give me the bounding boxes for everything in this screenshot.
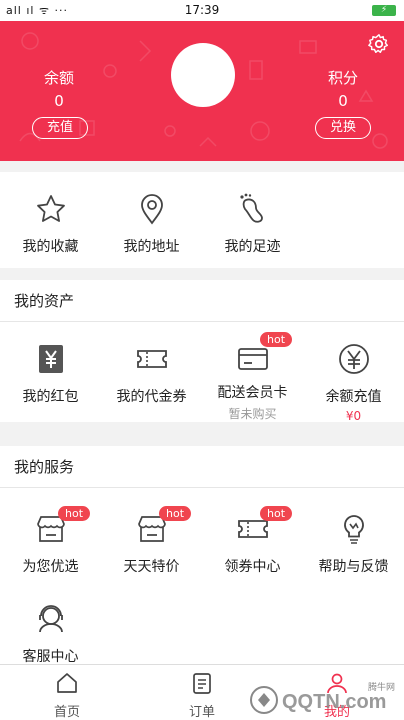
asset-subtext: 暂未购买 xyxy=(228,407,277,421)
card-icon xyxy=(237,348,268,370)
asset-voucher[interactable]: 我的代金券 xyxy=(101,342,202,406)
lightbulb-icon xyxy=(343,515,364,544)
asset-balance-recharge[interactable]: 余额充值 ¥0 xyxy=(303,342,404,423)
service-preferred[interactable]: hot 为您优选 xyxy=(0,506,101,576)
service-label: 客服中心 xyxy=(22,649,79,665)
qqtn-watermark-logo: QQTN.com 腾牛网 xyxy=(250,681,395,714)
star-icon xyxy=(36,195,65,222)
service-label: 领券中心 xyxy=(224,559,281,575)
balance-label: 余额 xyxy=(43,69,74,87)
asset-label: 我的代金券 xyxy=(116,389,187,405)
quick-link-label: 我的收藏 xyxy=(22,239,79,255)
asset-subtext: ¥0 xyxy=(345,409,362,423)
asset-label: 我的红包 xyxy=(22,389,79,405)
asset-delivery-card[interactable]: hot 配送会员卡 暂未购买 xyxy=(202,332,303,422)
status-bar: all ıl ᯤ ··· 17:39 ⚡ xyxy=(0,0,404,21)
avatar[interactable] xyxy=(171,43,235,107)
quick-links-card: 我的收藏 我的地址 我的足迹 xyxy=(0,172,404,268)
service-daily-deals[interactable]: hot 天天特价 xyxy=(101,506,202,576)
yen-redpacket-icon xyxy=(38,345,63,373)
footprint-icon xyxy=(239,193,263,223)
balance-value: 0 xyxy=(54,92,64,110)
quick-link-footprints[interactable]: 我的足迹 xyxy=(202,192,303,256)
services-card: 我的服务 hot 为您优选 hot 天天特价 hot 领券中心 帮助与反馈 客服… xyxy=(0,446,404,666)
settings-gear-icon[interactable] xyxy=(368,33,390,55)
home-icon xyxy=(57,673,77,693)
customer-service-icon xyxy=(38,605,63,633)
points-stat: 积分 0 xyxy=(303,67,383,110)
service-label: 天天特价 xyxy=(123,559,180,575)
hot-badge: hot xyxy=(58,506,91,521)
balance-stat: 余额 0 xyxy=(19,67,99,110)
hot-badge: hot xyxy=(260,332,293,347)
svg-text:腾牛网: 腾牛网 xyxy=(368,681,395,693)
service-help-feedback[interactable]: 帮助与反馈 xyxy=(303,512,404,576)
quick-link-label: 我的地址 xyxy=(123,239,180,255)
service-label: 帮助与反馈 xyxy=(318,559,389,575)
voucher-icon xyxy=(136,350,167,368)
assets-title: 我的资产 xyxy=(0,280,404,322)
exchange-button[interactable]: 兑换 xyxy=(315,117,371,139)
tab-label: 首页 xyxy=(53,705,80,720)
service-label: 为您优选 xyxy=(22,559,79,575)
asset-label: 配送会员卡 xyxy=(217,385,288,401)
hot-badge: hot xyxy=(159,506,192,521)
order-icon xyxy=(193,673,211,694)
battery-icon: ⚡ xyxy=(372,5,396,16)
assets-card: 我的资产 我的红包 我的代金券 hot 配送会员卡 暂未购买 余额充值 ¥0 xyxy=(0,280,404,423)
service-coupon-center[interactable]: hot 领券中心 xyxy=(202,506,303,576)
yen-circle-icon xyxy=(338,344,369,374)
location-pin-icon xyxy=(140,194,163,225)
quick-link-favorites[interactable]: 我的收藏 xyxy=(0,192,101,256)
asset-red-packet[interactable]: 我的红包 xyxy=(0,342,101,406)
status-time: 17:39 xyxy=(184,3,220,17)
tab-home[interactable]: 首页 xyxy=(0,671,134,720)
points-label: 积分 xyxy=(327,69,358,87)
svg-text:QQTN.com: QQTN.com xyxy=(282,691,386,713)
points-value: 0 xyxy=(338,92,348,110)
hot-badge: hot xyxy=(260,506,293,521)
recharge-button[interactable]: 充值 xyxy=(32,117,88,139)
quick-link-label: 我的足迹 xyxy=(224,239,281,255)
quick-link-address[interactable]: 我的地址 xyxy=(101,192,202,256)
service-customer-service[interactable]: 客服中心 xyxy=(0,602,101,666)
profile-header: 余额 0 充值 积分 0 兑换 xyxy=(0,21,404,161)
asset-label: 余额充值 xyxy=(325,389,382,405)
services-title: 我的服务 xyxy=(0,446,404,488)
